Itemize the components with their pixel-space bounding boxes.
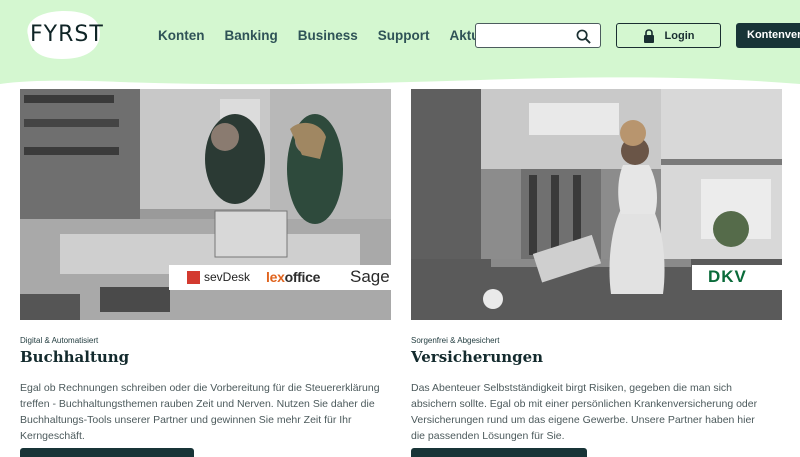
kontenvergleich-button[interactable]: Kontenvergleich <box>736 23 800 48</box>
card-buchhaltung: sevDesk lexoffice Sage Digital & Automat… <box>20 89 391 444</box>
card-description: Egal ob Rechnungen schreiben oder die Vo… <box>20 382 380 442</box>
card-versicherungen: DKV Sorgenfrei & Abgesichert Versicherun… <box>411 89 782 444</box>
partner-logos: sevDesk lexoffice Sage <box>169 265 391 290</box>
card-kicker: Sorgenfrei & Abgesichert <box>411 336 500 345</box>
dkv-logo: DKV <box>692 265 782 290</box>
lexoffice-rest: office <box>284 269 321 285</box>
nav-item-banking[interactable]: Banking <box>225 28 278 43</box>
buchhaltung-cta-button[interactable] <box>20 448 194 457</box>
versicherungen-cta-button[interactable] <box>411 448 587 457</box>
search-input[interactable] <box>480 27 570 44</box>
lexoffice-lex: lex <box>266 269 285 285</box>
site-header: FYRST Konten Banking Business Support Ak… <box>0 0 800 92</box>
login-button[interactable]: Login <box>616 23 721 48</box>
sevdesk-logo: sevDesk <box>187 270 250 284</box>
sage-logo: Sage <box>350 267 390 286</box>
search-box <box>475 23 601 48</box>
versicherungen-image[interactable]: DKV <box>411 89 782 320</box>
card-description: Das Abenteuer Selbstständigkeit birgt Ri… <box>411 382 758 442</box>
nav-item-business[interactable]: Business <box>298 28 358 43</box>
search-icon[interactable] <box>576 29 591 44</box>
login-label: Login <box>664 29 695 42</box>
sevdesk-label: sevDesk <box>204 270 251 284</box>
card-title: Versicherungen <box>411 348 544 366</box>
main-nav: Konten Banking Business Support Aktuelle… <box>158 28 530 43</box>
lock-icon <box>643 28 654 43</box>
nav-item-support[interactable]: Support <box>378 28 430 43</box>
buchhaltung-image[interactable]: sevDesk lexoffice Sage <box>20 89 391 320</box>
logo[interactable]: FYRST <box>30 22 104 47</box>
card-kicker: Digital & Automatisiert <box>20 336 99 345</box>
nav-item-konten[interactable]: Konten <box>158 28 205 43</box>
card-title: Buchhaltung <box>20 348 130 366</box>
sevdesk-icon <box>187 270 200 284</box>
lexoffice-logo: lexoffice <box>266 269 320 285</box>
dkv-label: DKV <box>708 267 747 286</box>
